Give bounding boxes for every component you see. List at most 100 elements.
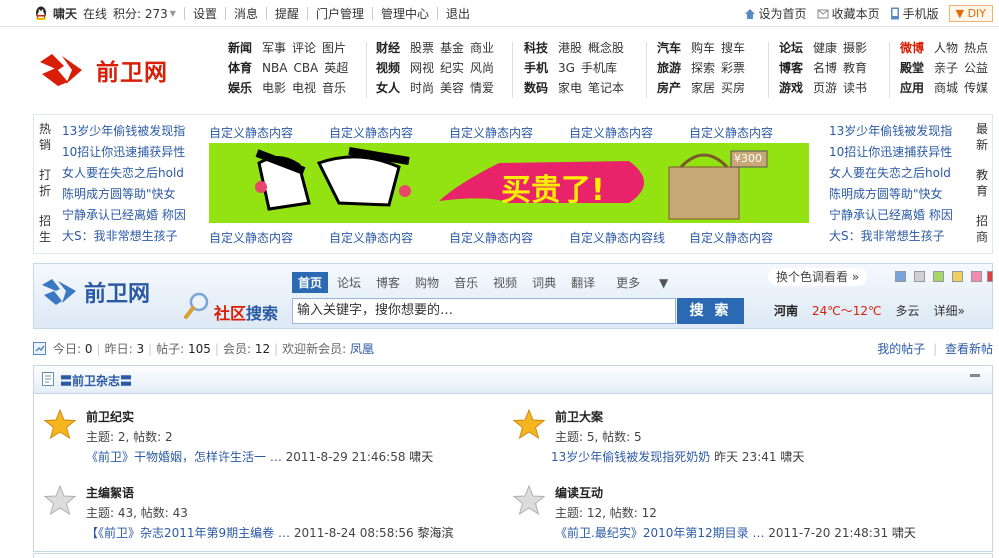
nav-link[interactable]: 数码 [524, 81, 548, 95]
tab-blog[interactable]: 博客 [370, 272, 406, 293]
nav-link[interactable]: 音乐 [322, 81, 346, 95]
static-content-link[interactable]: 自定义静态内容 [329, 229, 413, 246]
nav-link[interactable]: 公益 [964, 61, 988, 75]
bookmark-link[interactable]: 收藏本页 [817, 5, 880, 22]
nav-link[interactable]: 亲子 [934, 61, 958, 75]
my-posts-link[interactable]: 我的帖子 [877, 342, 925, 356]
nav-link[interactable]: 摄影 [843, 41, 867, 55]
new-posts-link[interactable]: 查看新帖 [945, 342, 993, 356]
tab-video[interactable]: 视频 [487, 272, 523, 293]
nav-link[interactable]: 微博 [900, 41, 924, 55]
site-logo[interactable]: 前卫网 [38, 48, 168, 92]
nav-link[interactable]: 娱乐 [228, 81, 252, 95]
nav-link[interactable]: 商城 [934, 81, 958, 95]
news-link[interactable]: 13岁少年偷钱被发现指 [62, 121, 186, 142]
tab-home[interactable]: 首页 [292, 272, 329, 293]
static-content-link[interactable]: 自定义静态内容 [689, 229, 773, 246]
nav-link[interactable]: 3G [558, 61, 575, 75]
nav-link[interactable]: 论坛 [779, 41, 803, 55]
settings-link[interactable]: 设置 [193, 5, 217, 22]
ad-banner[interactable]: 买贵了! ¥300 [209, 143, 809, 223]
nav-link[interactable]: 手机 [524, 61, 548, 75]
static-content-link[interactable]: 自定义静态内容 [449, 124, 533, 141]
nav-link[interactable]: 旅游 [657, 61, 681, 75]
nav-link[interactable]: 探索 [691, 61, 715, 75]
search-logo[interactable]: 前卫网 [40, 276, 150, 308]
new-member-link[interactable]: 凤凰 [350, 342, 374, 356]
credits-dropdown[interactable]: 积分: 273 [113, 5, 168, 22]
nav-link[interactable]: 页游 [813, 81, 837, 95]
nav-link[interactable]: 教育 [843, 61, 867, 75]
tab-dictionary[interactable]: 词典 [526, 272, 562, 293]
news-link[interactable]: 宁静承认已经离婚 称因 [829, 205, 953, 226]
nav-link[interactable]: 商业 [470, 41, 494, 55]
reminders-link[interactable]: 提醒 [275, 5, 299, 22]
static-content-link[interactable]: 自定义静态内容 [209, 124, 293, 141]
portal-admin-link[interactable]: 门户管理 [316, 5, 364, 22]
tab-translate[interactable]: 翻译 [565, 272, 601, 293]
nav-link[interactable]: 热点 [964, 41, 988, 55]
theme-swatch-green[interactable] [933, 271, 944, 282]
set-homepage-link[interactable]: 设为首页 [744, 5, 807, 22]
theme-swatch-red[interactable] [987, 271, 993, 282]
static-content-link[interactable]: 自定义静态内容 [449, 229, 533, 246]
news-link[interactable]: 13岁少年偷钱被发现指 [829, 121, 953, 142]
last-post-author[interactable]: 黎海滨 [417, 526, 453, 540]
nav-link[interactable]: 购车 [691, 41, 715, 55]
nav-link[interactable]: 家居 [691, 81, 715, 95]
nav-link[interactable]: 财经 [376, 41, 400, 55]
tab-shopping[interactable]: 购物 [409, 272, 445, 293]
nav-link[interactable]: 图片 [322, 41, 346, 55]
news-link[interactable]: 陈明成方圆等助"快女 [829, 184, 953, 205]
nav-link[interactable]: 人物 [934, 41, 958, 55]
last-post-author[interactable]: 啸天 [780, 450, 804, 464]
theme-swatch-gray[interactable] [914, 271, 925, 282]
last-post-link[interactable]: 《前卫.最纪实》2010年第12期目录 … [555, 526, 764, 540]
static-content-link[interactable]: 自定义静态内容 [329, 124, 413, 141]
nav-link[interactable]: 港股 [558, 41, 582, 55]
news-link[interactable]: 10招让你迅速捕获异性 [62, 142, 186, 163]
admin-center-link[interactable]: 管理中心 [381, 5, 429, 22]
nav-link[interactable]: CBA [293, 61, 318, 75]
news-link[interactable]: 10招让你迅速捕获异性 [829, 142, 953, 163]
theme-switch-link[interactable]: 换个色调看看 » [768, 268, 868, 286]
nav-link[interactable]: 游戏 [779, 81, 803, 95]
last-post-link[interactable]: 《前卫》干物婚姻，怎样许生活一 … [86, 450, 282, 464]
nav-link[interactable]: 殿堂 [900, 61, 924, 75]
news-link[interactable]: 女人要在失恋之后hold [829, 163, 953, 184]
nav-link[interactable]: 基金 [440, 41, 464, 55]
static-content-link[interactable]: 自定义静态内容线 [569, 229, 665, 246]
collapse-icon[interactable] [970, 374, 980, 377]
nav-link[interactable]: 美容 [440, 81, 464, 95]
tab-more[interactable]: 更多 ▼ [604, 272, 683, 293]
news-link[interactable]: 宁静承认已经离婚 称因 [62, 205, 186, 226]
category-title[interactable]: 〓前卫杂志〓 [60, 372, 132, 389]
news-link[interactable]: 大S：我非常想生孩子 [829, 226, 953, 247]
nav-link[interactable]: 军事 [262, 41, 286, 55]
static-content-link[interactable]: 自定义静态内容 [689, 124, 773, 141]
logout-link[interactable]: 退出 [446, 5, 470, 22]
tab-music[interactable]: 音乐 [448, 272, 484, 293]
last-post-link[interactable]: 13岁少年偷钱被发现指死奶奶 [551, 450, 710, 464]
theme-swatch-pink[interactable] [971, 271, 982, 282]
nav-link[interactable]: NBA [262, 61, 287, 75]
theme-swatch-yellow[interactable] [952, 271, 963, 282]
nav-link[interactable]: 应用 [900, 81, 924, 95]
nav-link[interactable]: 股票 [410, 41, 434, 55]
news-link[interactable]: 陈明成方圆等助"快女 [62, 184, 186, 205]
nav-link[interactable]: 搜车 [721, 41, 745, 55]
theme-swatch-blue[interactable] [895, 271, 906, 282]
forum-title-link[interactable]: 主编絮语 [86, 484, 453, 501]
nav-link[interactable]: 笔记本 [588, 81, 624, 95]
username-link[interactable]: 啸天 [53, 5, 77, 22]
nav-link[interactable]: 家电 [558, 81, 582, 95]
nav-link[interactable]: 科技 [524, 41, 548, 55]
nav-link[interactable]: 彩票 [721, 61, 745, 75]
nav-link[interactable]: 博客 [779, 61, 803, 75]
nav-link[interactable]: 英超 [324, 61, 348, 75]
nav-link[interactable]: 电视 [292, 81, 316, 95]
last-post-author[interactable]: 啸天 [892, 526, 916, 540]
nav-link[interactable]: 汽车 [657, 41, 681, 55]
caret-down-icon[interactable]: ▼ [170, 9, 176, 18]
nav-link[interactable]: 买房 [721, 81, 745, 95]
